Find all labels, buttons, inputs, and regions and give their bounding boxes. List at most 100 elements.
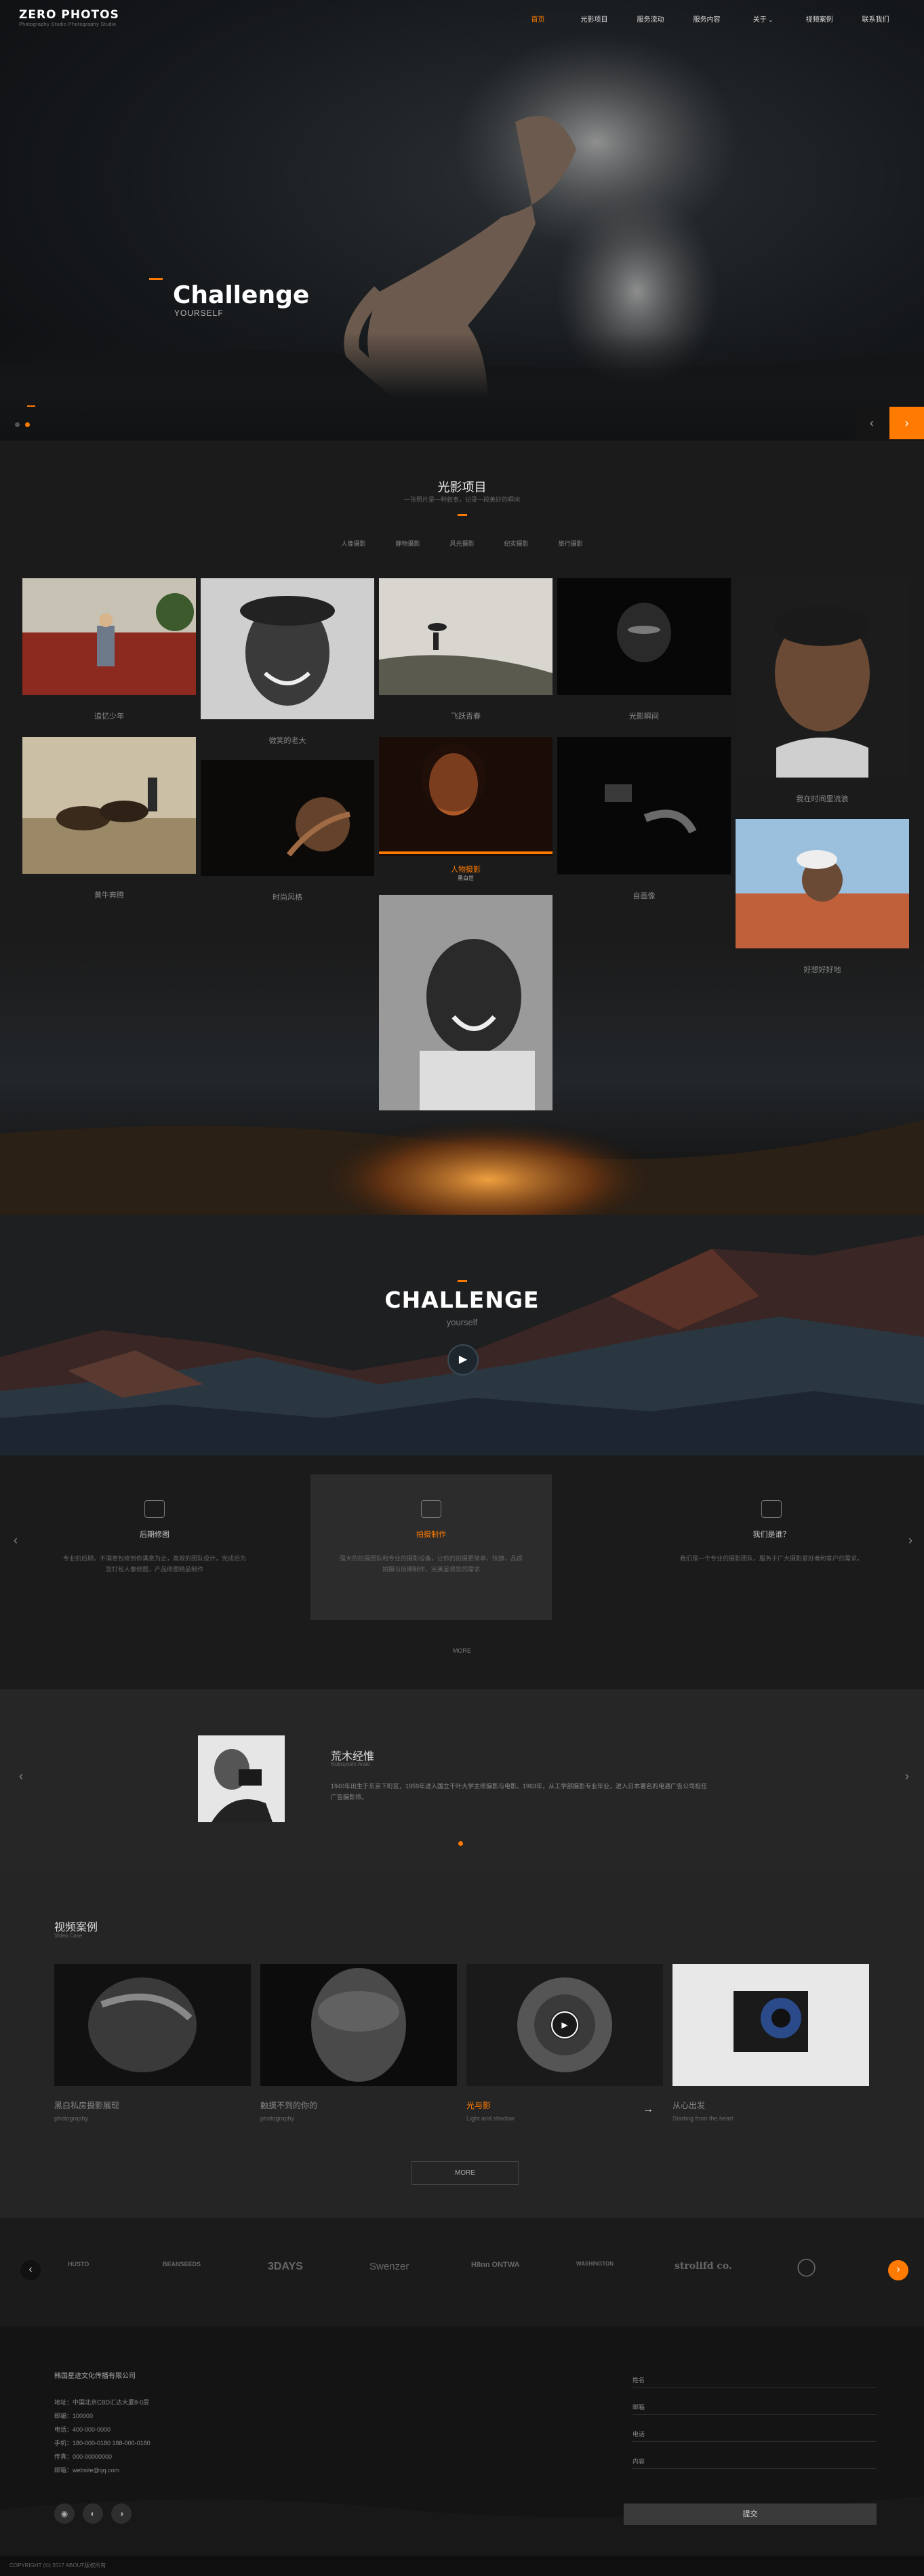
tile-caption: 自画像 (632, 892, 656, 900)
logo[interactable]: ZERO PHOTOS (19, 8, 119, 22)
nav-item-home[interactable]: 首页 (510, 14, 566, 24)
partner-logo[interactable]: Swenzer (369, 2261, 409, 2272)
hero-accent-line (27, 405, 35, 407)
video-thumbnail (54, 1964, 251, 2086)
service-card[interactable]: 我们是谁？ 我们是一个专业的摄影团队，服务于广大摄影爱好者和客户的需求。 (651, 1474, 892, 1620)
weibo-icon[interactable]: ◉ (54, 2503, 75, 2524)
video-card[interactable]: 触摸不到的你的 photography (260, 1964, 457, 2122)
form-phone-field[interactable]: 电话 (632, 2427, 877, 2442)
form-content-field[interactable]: 内容 (632, 2454, 877, 2469)
hero-dot-active[interactable] (25, 422, 30, 427)
tile-caption: 好想好好地 (803, 966, 841, 974)
nav-item-about-label: 关于 (752, 16, 767, 24)
partner-logo[interactable]: BEANSEEDS (163, 2261, 201, 2268)
services-next-arrow[interactable]: › (908, 1533, 912, 1548)
arrow-right-icon[interactable]: → (643, 2104, 654, 2116)
hero-title: Challenge (173, 281, 310, 309)
photo-photographer-dark (557, 737, 731, 874)
footer-email: 邮箱：website@qq.com (54, 2467, 120, 2474)
wechat-icon[interactable]: ◑ (111, 2503, 132, 2524)
site-header: ZERO PHOTOS Photography Studio Photograp… (0, 0, 924, 41)
nav-item-services[interactable]: 服务内容 (679, 14, 735, 24)
footer-background (0, 2496, 924, 2576)
video-image-camera (672, 1964, 869, 2086)
footer-fax: 传真：000-00000000 (54, 2453, 113, 2460)
partner-logo[interactable]: ◯ (797, 2256, 816, 2277)
form-name-field[interactable]: 姓名 (632, 2373, 877, 2388)
tile-caption-active: 人物摄影 (451, 866, 481, 874)
video-subtitle: Light and shadow (466, 2115, 515, 2122)
services-prev-arrow[interactable]: ‹ (14, 1533, 18, 1548)
video-card-active[interactable]: ▶ 光与影 Light and shadow → (466, 1964, 663, 2122)
footer-mobile: 手机：180-000-0180 188-000-0180 (54, 2440, 150, 2447)
hero-banner (0, 0, 924, 441)
video-card[interactable]: 从心出发 Starting from the heart (672, 1964, 869, 2122)
portfolio-tile[interactable] (379, 895, 553, 1110)
partners-next-button[interactable]: › (888, 2260, 908, 2280)
portfolio-tile[interactable] (379, 578, 553, 695)
qq-icon[interactable]: ◐ (83, 2503, 103, 2524)
camera-video-icon (144, 1500, 165, 1518)
services-more-link[interactable]: MORE (0, 1647, 924, 1654)
about-next-arrow[interactable]: › (905, 1769, 909, 1784)
hero-subtitle: YOURSELF (174, 308, 224, 318)
portfolio-title: 光影项目 (437, 481, 487, 494)
video-card[interactable]: 黑白私房摄影展现 photography (54, 1964, 251, 2122)
portfolio-tile[interactable] (22, 737, 196, 874)
tile-caption: 黄牛奔腾 (94, 891, 124, 900)
play-video-button[interactable]: ▶ (447, 1344, 479, 1375)
play-icon[interactable]: ▶ (551, 2011, 578, 2038)
service-card-active[interactable]: 拍摄制作 强大的拍摄团队和专业的摄影设备，让你的拍摄更简单，快捷，品质拍摄与后期… (310, 1474, 552, 1620)
partner-logo[interactable]: WASHINGTON (576, 2261, 614, 2267)
portfolio-tile[interactable] (736, 578, 909, 778)
hero-title-accent (149, 278, 163, 280)
partner-logo[interactable]: 3DAYS (268, 2261, 303, 2273)
about-prev-arrow[interactable]: ‹ (19, 1769, 23, 1784)
portfolio-tile-active[interactable] (379, 737, 553, 856)
photo-icon (761, 1500, 782, 1518)
portfolio-tile[interactable] (201, 578, 374, 719)
about-dot-active[interactable] (458, 1841, 463, 1846)
filter-travel[interactable]: 旅行摄影 (559, 539, 583, 548)
main-nav: 首页 光影项目 服务流动 服务内容 关于 ⌄ 视频案例 联系我们 (510, 14, 904, 24)
videos-more-button[interactable]: MORE (411, 2161, 519, 2185)
portfolio-tile[interactable] (201, 760, 374, 876)
service-title: 拍摄制作 (416, 1531, 446, 1539)
photo-bull-race (22, 737, 196, 874)
partner-logo[interactable]: HUSTO (68, 2261, 89, 2268)
nav-item-videos[interactable]: 视频案例 (791, 14, 847, 24)
portfolio-tile[interactable] (557, 737, 731, 874)
form-submit-button[interactable]: 提交 (624, 2503, 877, 2525)
nav-item-projects[interactable]: 光影项目 (566, 14, 622, 24)
service-text: 强大的拍摄团队和专业的摄影设备，让你的拍摄更简单，快捷，品质拍摄与后期制作，完美… (340, 1555, 523, 1573)
video-title: 光与影 (466, 2101, 491, 2110)
portfolio-tile[interactable] (557, 578, 731, 695)
about-text: 1940年出生于东京下町区，1959年进入国立千叶大学主修摄影与电影。1963年… (331, 1783, 708, 1800)
partners-prev-button[interactable]: ‹ (20, 2260, 41, 2280)
hero-dot[interactable] (15, 422, 20, 427)
hero-next-button[interactable]: › (889, 407, 924, 439)
filter-still-life[interactable]: 静物摄影 (395, 539, 420, 548)
partner-logo[interactable]: strolifd co. (675, 2261, 732, 2272)
footer-postcode: 邮编：100000 (54, 2413, 94, 2419)
nav-item-about[interactable]: 关于 ⌄ (735, 14, 791, 24)
mountain-background (0, 1235, 924, 1455)
filter-portrait[interactable]: 人像摄影 (341, 539, 365, 548)
filter-documentary[interactable]: 纪实摄影 (504, 539, 529, 548)
portfolio-tile[interactable] (736, 819, 909, 948)
video-title: 从心出发 (672, 2101, 706, 2110)
tile-caption: 微笑的老大 (268, 737, 306, 745)
photo-girl-field (22, 578, 196, 695)
portfolio-tile[interactable] (22, 578, 196, 695)
service-card[interactable]: 后期修图 专业的后期，不满意包修到你满意为止，高效的团队设计，完成后为您打包人像… (34, 1474, 275, 1620)
filter-landscape[interactable]: 风光摄影 (449, 539, 474, 548)
nav-item-contact[interactable]: 联系我们 (847, 14, 904, 24)
photo-fashion-dark (201, 760, 374, 876)
partner-logo[interactable]: H8nn ONTWA (471, 2261, 520, 2269)
nav-item-process[interactable]: 服务流动 (622, 14, 679, 24)
form-email-field[interactable]: 邮箱 (632, 2400, 877, 2415)
video-subtitle: Starting from the heart (672, 2115, 734, 2122)
tile-caption: 飞跃青春 (451, 712, 481, 721)
hero-prev-button[interactable]: ‹ (856, 407, 888, 439)
logo-tagline: Photography Studio Photography Studio (19, 22, 117, 27)
